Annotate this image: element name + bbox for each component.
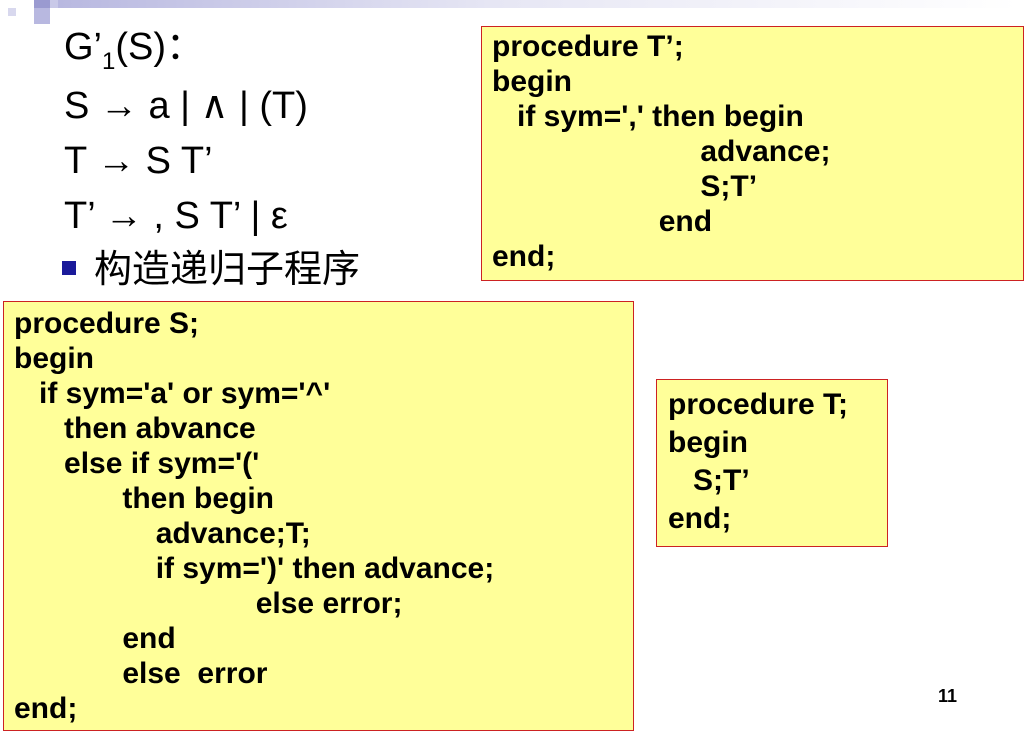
code-line: S;T’ — [668, 464, 750, 497]
code-line: if sym=')' then advance; — [14, 552, 495, 585]
code-line: advance; — [492, 135, 831, 168]
code-line: end — [14, 622, 176, 655]
code-line: begin — [668, 426, 748, 459]
grammar-rule: T → S T’ — [64, 140, 213, 182]
grammar-block: G’1(S)： S → a | ∧ | (T) T → S T’ T’ → , … — [64, 20, 308, 244]
bullet-square-icon — [62, 260, 76, 275]
grammar-title: G’1(S)： — [64, 20, 308, 79]
code-line: then begin — [14, 482, 275, 515]
procedure-t-box: procedure T; begin S;T’ end; — [656, 379, 888, 547]
procedure-s-box: procedure S; begin if sym='a' or sym='^'… — [3, 301, 634, 731]
code-line: begin — [14, 342, 94, 375]
code-line: procedure T’; — [492, 30, 684, 63]
code-line: then abvance — [14, 412, 256, 445]
decor-square — [34, 8, 50, 24]
decor-square — [50, 0, 58, 8]
code-line: end — [492, 205, 713, 238]
grammar-title-subscript: 1 — [102, 48, 116, 75]
grammar-title-main: G’ — [64, 26, 102, 68]
code-line: procedure S; — [14, 307, 200, 340]
page-number: 11 — [938, 686, 958, 706]
code-line: end; — [492, 240, 556, 273]
code-line: advance;T; — [14, 517, 311, 550]
bullet-item: 构造递归子程序 — [62, 243, 360, 295]
decor-gradient-bar — [58, 0, 1018, 8]
code-line: S;T’ — [492, 170, 758, 203]
code-line: end; — [668, 502, 732, 535]
code-line: if sym='a' or sym='^' — [14, 377, 331, 410]
code-line: else if sym='(' — [14, 447, 260, 480]
grammar-rule: S → a | ∧ | (T) — [64, 85, 308, 127]
code-line: if sym=',' then begin — [492, 100, 804, 133]
decor-square — [34, 0, 50, 8]
code-line: begin — [492, 65, 572, 98]
code-line: else error; — [14, 587, 403, 620]
grammar-title-rest: (S)： — [115, 26, 205, 68]
code-line: end; — [14, 692, 78, 725]
procedure-t-prime-box: procedure T’; begin if sym=',' then begi… — [481, 26, 1024, 281]
decor-square — [8, 8, 16, 16]
bullet-text: 构造递归子程序 — [94, 247, 361, 291]
code-line: procedure T; — [668, 388, 849, 421]
code-line: else error — [14, 657, 268, 690]
grammar-rule: T’ → , S T’ | ε — [64, 195, 288, 237]
